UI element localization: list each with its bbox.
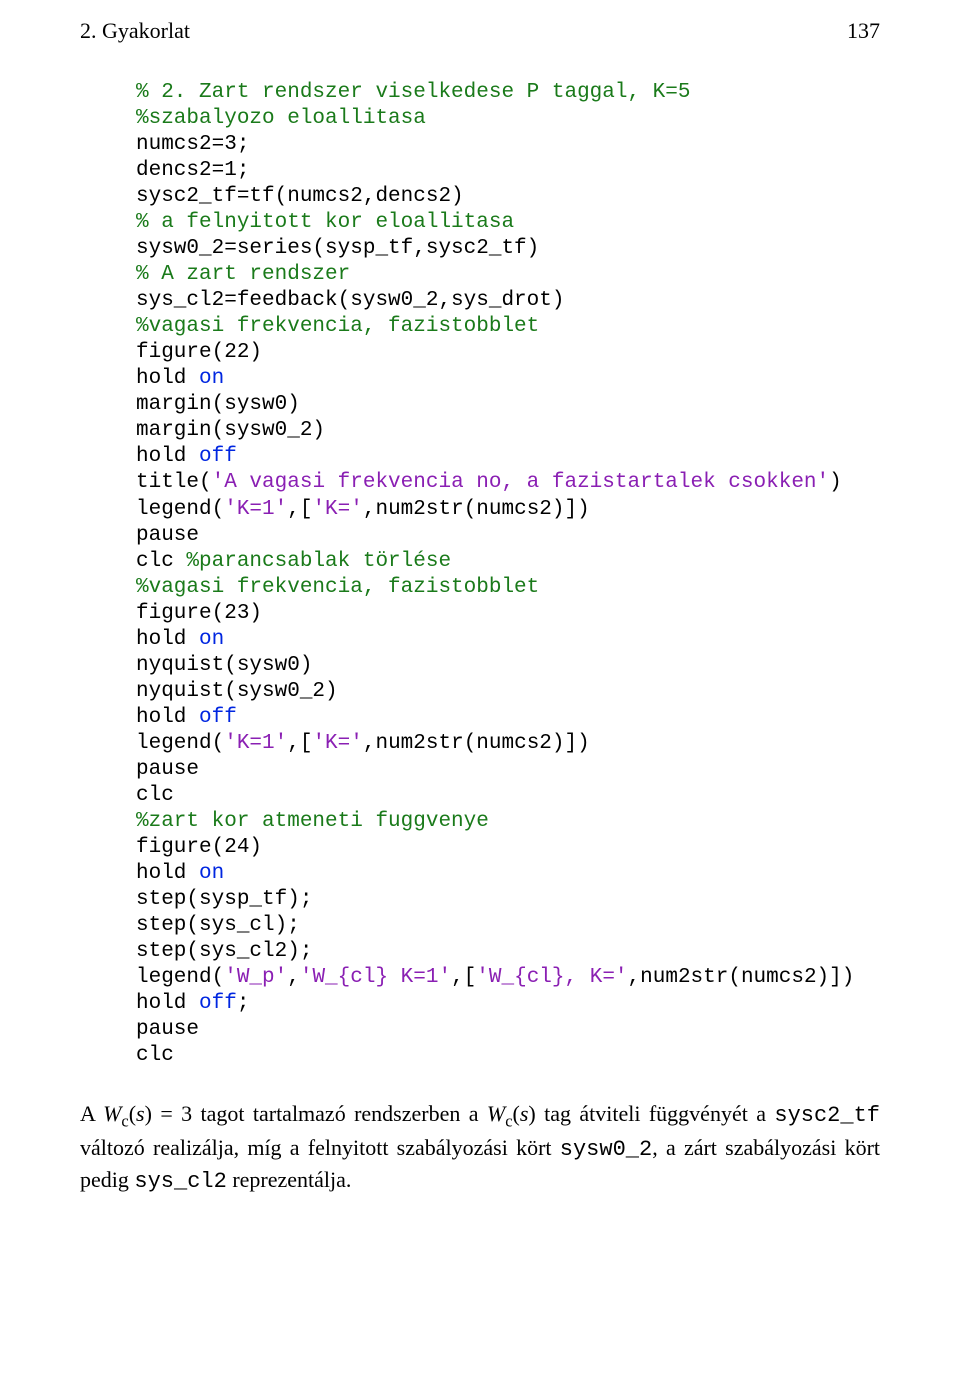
code-line: ;	[237, 992, 250, 1015]
code-line: margin(sysw0)	[136, 393, 300, 416]
code-line: title(	[136, 471, 212, 494]
inline-code: sys_cl2	[134, 1169, 226, 1194]
math-var: s	[136, 1101, 145, 1126]
code-line: ,[	[287, 498, 312, 521]
code-line: ,num2str(numcs2)])	[363, 498, 590, 521]
code-line: hold	[136, 706, 199, 729]
body-paragraph: A Wc(s) = 3 tagot tartalmazó rendszerben…	[80, 1099, 880, 1196]
math-sub: c	[121, 1112, 128, 1131]
code-line: pause	[136, 524, 199, 547]
text: , a zárt	[652, 1135, 717, 1160]
code-string: 'A vagasi frekvencia no, a fazistartalek…	[212, 471, 830, 494]
text: reprezentálja.	[227, 1167, 352, 1192]
code-line: nyquist(sysw0_2)	[136, 680, 338, 703]
code-line: ,num2str(numcs2)])	[363, 732, 590, 755]
code-keyword: off	[199, 706, 237, 729]
text: tagot tartalmazó rendszerben a	[192, 1101, 487, 1126]
code-keyword: off	[199, 992, 237, 1015]
code-line: ,	[287, 966, 300, 989]
code-line: legend(	[136, 498, 224, 521]
code-block: % 2. Zart rendszer viselkedese P taggal,…	[136, 80, 880, 1069]
code-line: hold	[136, 628, 199, 651]
code-keyword: on	[199, 367, 224, 390]
code-line: clc	[136, 1044, 174, 1067]
code-line: figure(23)	[136, 602, 262, 625]
code-comment: %parancsablak törlése	[186, 550, 451, 573]
code-string: 'W_{cl}, K='	[476, 966, 627, 989]
code-line: sysc2_tf=tf(numcs2,dencs2)	[136, 185, 464, 208]
code-string: 'W_p'	[224, 966, 287, 989]
code-line: pause	[136, 758, 199, 781]
code-string: 'K=1'	[224, 732, 287, 755]
code-line: ,[	[451, 966, 476, 989]
code-string: 'K='	[312, 498, 362, 521]
section-title: 2. Gyakorlat	[80, 18, 190, 44]
code-line: nyquist(sysw0)	[136, 654, 312, 677]
inline-code: sysc2_tf	[774, 1103, 880, 1128]
code-line: sysw0_2=series(sysp_tf,sysc2_tf)	[136, 237, 539, 260]
page-header: 2. Gyakorlat 137	[80, 18, 880, 44]
code-line: figure(24)	[136, 836, 262, 859]
text: A	[80, 1101, 103, 1126]
code-line: dencs2=1;	[136, 159, 249, 182]
code-line: figure(22)	[136, 341, 262, 364]
text: tag átviteli függvényét a	[536, 1101, 766, 1126]
text: ) = 3	[145, 1101, 193, 1126]
code-keyword: on	[199, 628, 224, 651]
code-line: step(sysp_tf);	[136, 888, 312, 911]
page-number: 137	[847, 18, 880, 44]
code-line: step(sys_cl2);	[136, 940, 312, 963]
page: 2. Gyakorlat 137 % 2. Zart rendszer vise…	[0, 0, 960, 1375]
code-line: ,num2str(numcs2)])	[628, 966, 855, 989]
code-line: hold	[136, 992, 199, 1015]
code-string: 'K=1'	[224, 498, 287, 521]
code-line: )	[829, 471, 842, 494]
text: változó realizálja, míg a felnyitott sza…	[80, 1135, 560, 1160]
code-line: numcs2=3;	[136, 133, 249, 156]
code-line: ,[	[287, 732, 312, 755]
text: )	[528, 1101, 535, 1126]
code-comment: %szabalyozo eloallitasa	[136, 107, 426, 130]
code-line: clc	[136, 784, 174, 807]
math-var: W	[487, 1101, 505, 1126]
code-line: hold	[136, 367, 199, 390]
code-line: hold	[136, 445, 199, 468]
code-line: sys_cl2=feedback(sysw0_2,sys_drot)	[136, 289, 564, 312]
code-comment: % 2. Zart rendszer viselkedese P taggal,…	[136, 81, 691, 104]
code-string: 'K='	[312, 732, 362, 755]
code-line: step(sys_cl);	[136, 914, 300, 937]
code-comment: % A zart rendszer	[136, 263, 350, 286]
code-comment: %zart kor atmeneti fuggvenye	[136, 810, 489, 833]
inline-code: sysw0_2	[560, 1137, 652, 1162]
code-comment: %vagasi frekvencia, fazistobblet	[136, 576, 539, 599]
code-line: hold	[136, 862, 199, 885]
code-string: 'W_{cl} K=1'	[300, 966, 451, 989]
code-keyword: off	[199, 445, 237, 468]
code-line: clc	[136, 550, 186, 573]
code-line: pause	[136, 1018, 199, 1041]
code-line: legend(	[136, 966, 224, 989]
text: (	[513, 1101, 520, 1126]
math-var: W	[103, 1101, 121, 1126]
code-keyword: on	[199, 862, 224, 885]
code-comment: % a felnyitott kor eloallitasa	[136, 211, 514, 234]
math-sub: c	[505, 1112, 512, 1131]
text: (	[129, 1101, 136, 1126]
code-comment: %vagasi frekvencia, fazistobblet	[136, 315, 539, 338]
code-line: legend(	[136, 732, 224, 755]
code-line: margin(sysw0_2)	[136, 419, 325, 442]
